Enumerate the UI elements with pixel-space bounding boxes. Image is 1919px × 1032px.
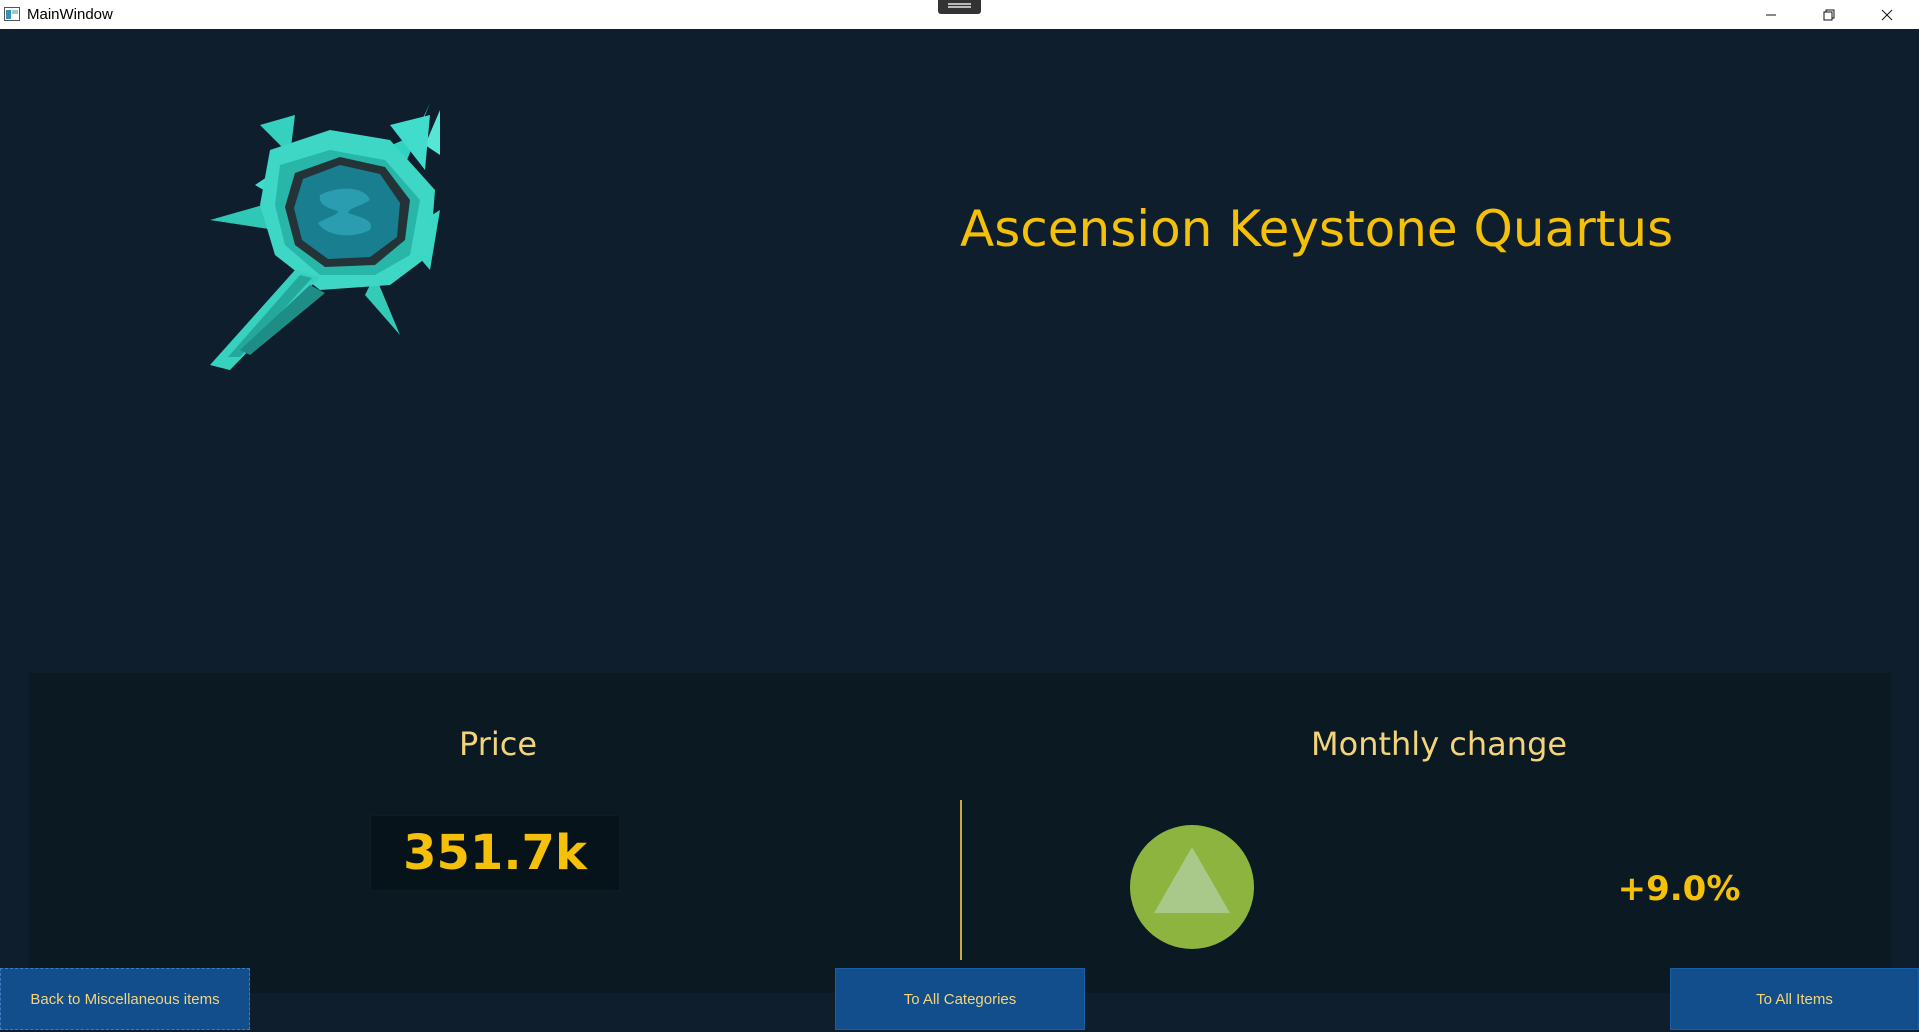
stats-panel: Price Monthly change 351.7k +9.0% bbox=[29, 673, 1891, 993]
title-bar: MainWindow bbox=[0, 0, 1919, 29]
close-button[interactable] bbox=[1858, 0, 1916, 29]
item-name: Ascension Keystone Quartus bbox=[960, 200, 1674, 258]
trend-indicator bbox=[1130, 825, 1254, 949]
to-all-items-button[interactable]: To All Items bbox=[1670, 968, 1919, 1030]
app-icon bbox=[4, 7, 20, 21]
drag-handle[interactable] bbox=[938, 0, 981, 14]
minimize-icon bbox=[1766, 14, 1776, 15]
triangle-up-icon bbox=[1154, 847, 1230, 913]
price-value: 351.7k bbox=[370, 815, 620, 891]
divider bbox=[960, 800, 962, 960]
price-label: Price bbox=[459, 725, 538, 763]
monthly-change-label: Monthly change bbox=[1311, 725, 1568, 763]
restore-icon bbox=[1823, 9, 1835, 20]
monthly-change-value: +9.0% bbox=[1617, 869, 1741, 909]
window-title: MainWindow bbox=[27, 6, 113, 23]
to-all-categories-button[interactable]: To All Categories bbox=[835, 968, 1085, 1030]
close-icon bbox=[1881, 9, 1893, 20]
minimize-button[interactable] bbox=[1742, 0, 1800, 29]
crystal-keystone-icon bbox=[210, 103, 440, 370]
restore-button[interactable] bbox=[1800, 0, 1858, 29]
back-to-miscellaneous-button[interactable]: Back to Miscellaneous items bbox=[0, 968, 250, 1030]
